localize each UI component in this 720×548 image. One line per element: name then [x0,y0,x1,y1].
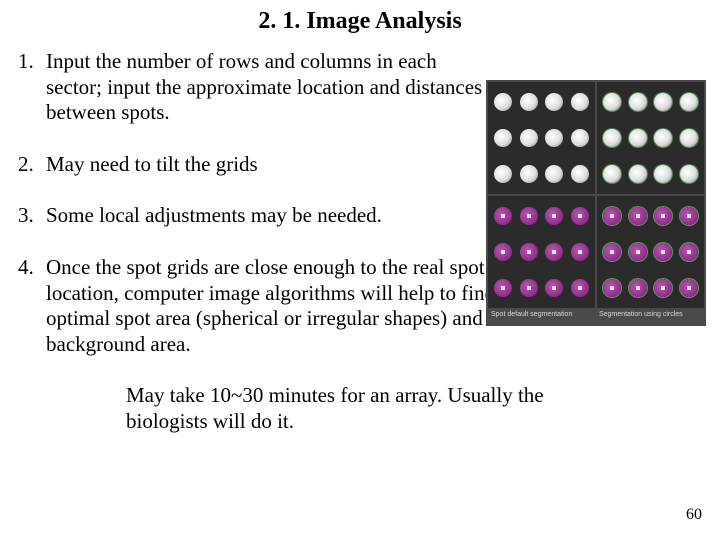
spot-icon [545,243,563,261]
figure-caption-left: Spot default segmentation [488,310,596,324]
item-text: May need to tilt the grids [46,152,258,178]
spot-icon [629,279,647,297]
spot-icon [654,207,672,225]
spot-icon [680,129,698,147]
spot-icon [545,93,563,111]
spot-icon [629,207,647,225]
spot-icon [654,279,672,297]
spot-icon [520,165,538,183]
spot-icon [680,243,698,261]
spot-icon [603,93,621,111]
spot-icon [520,207,538,225]
spot-icon [571,279,589,297]
figure-quadrant-top-right [597,82,704,194]
figure-quadrant-top-left [488,82,595,194]
item-number: 4. [18,255,46,357]
item-number: 1. [18,49,46,126]
spot-icon [545,129,563,147]
spot-icon [494,243,512,261]
spot-icon [520,243,538,261]
spot-icon [629,165,647,183]
spot-icon [571,243,589,261]
figure-caption-row: Spot default segmentation Segmentation u… [488,310,704,324]
spot-icon [520,279,538,297]
spot-icon [629,93,647,111]
item-text: Input the number of rows and columns in … [46,49,486,126]
page-number: 60 [686,506,702,524]
microarray-figure: Spot default segmentation Segmentation u… [486,80,706,326]
spot-icon [571,207,589,225]
spot-icon [520,93,538,111]
figure-quadrant-bottom-left [488,196,595,308]
figure-caption-right: Segmentation using circles [596,310,704,324]
spot-icon [654,129,672,147]
spot-icon [494,129,512,147]
spot-icon [603,279,621,297]
spot-icon [545,207,563,225]
spot-icon [603,165,621,183]
spot-icon [545,279,563,297]
spot-icon [680,207,698,225]
spot-icon [571,93,589,111]
spot-icon [571,129,589,147]
item-number: 2. [18,152,46,178]
spot-icon [545,165,563,183]
spot-icon [629,243,647,261]
spot-icon [654,165,672,183]
spot-icon [494,207,512,225]
slide-title: 2. 1. Image Analysis [0,8,720,35]
spot-icon [494,93,512,111]
spot-icon [680,165,698,183]
spot-icon [603,243,621,261]
item-number: 3. [18,203,46,229]
spot-icon [603,129,621,147]
figure-quadrant-bottom-right [597,196,704,308]
spot-icon [654,93,672,111]
spot-icon [571,165,589,183]
spot-icon [603,207,621,225]
spot-icon [520,129,538,147]
item-text: Some local adjustments may be needed. [46,203,382,229]
footnote-text: May take 10~30 minutes for an array. Usu… [126,383,606,434]
spot-icon [494,165,512,183]
spot-icon [680,279,698,297]
spot-icon [680,93,698,111]
spot-icon [654,243,672,261]
spot-icon [494,279,512,297]
spot-icon [629,129,647,147]
